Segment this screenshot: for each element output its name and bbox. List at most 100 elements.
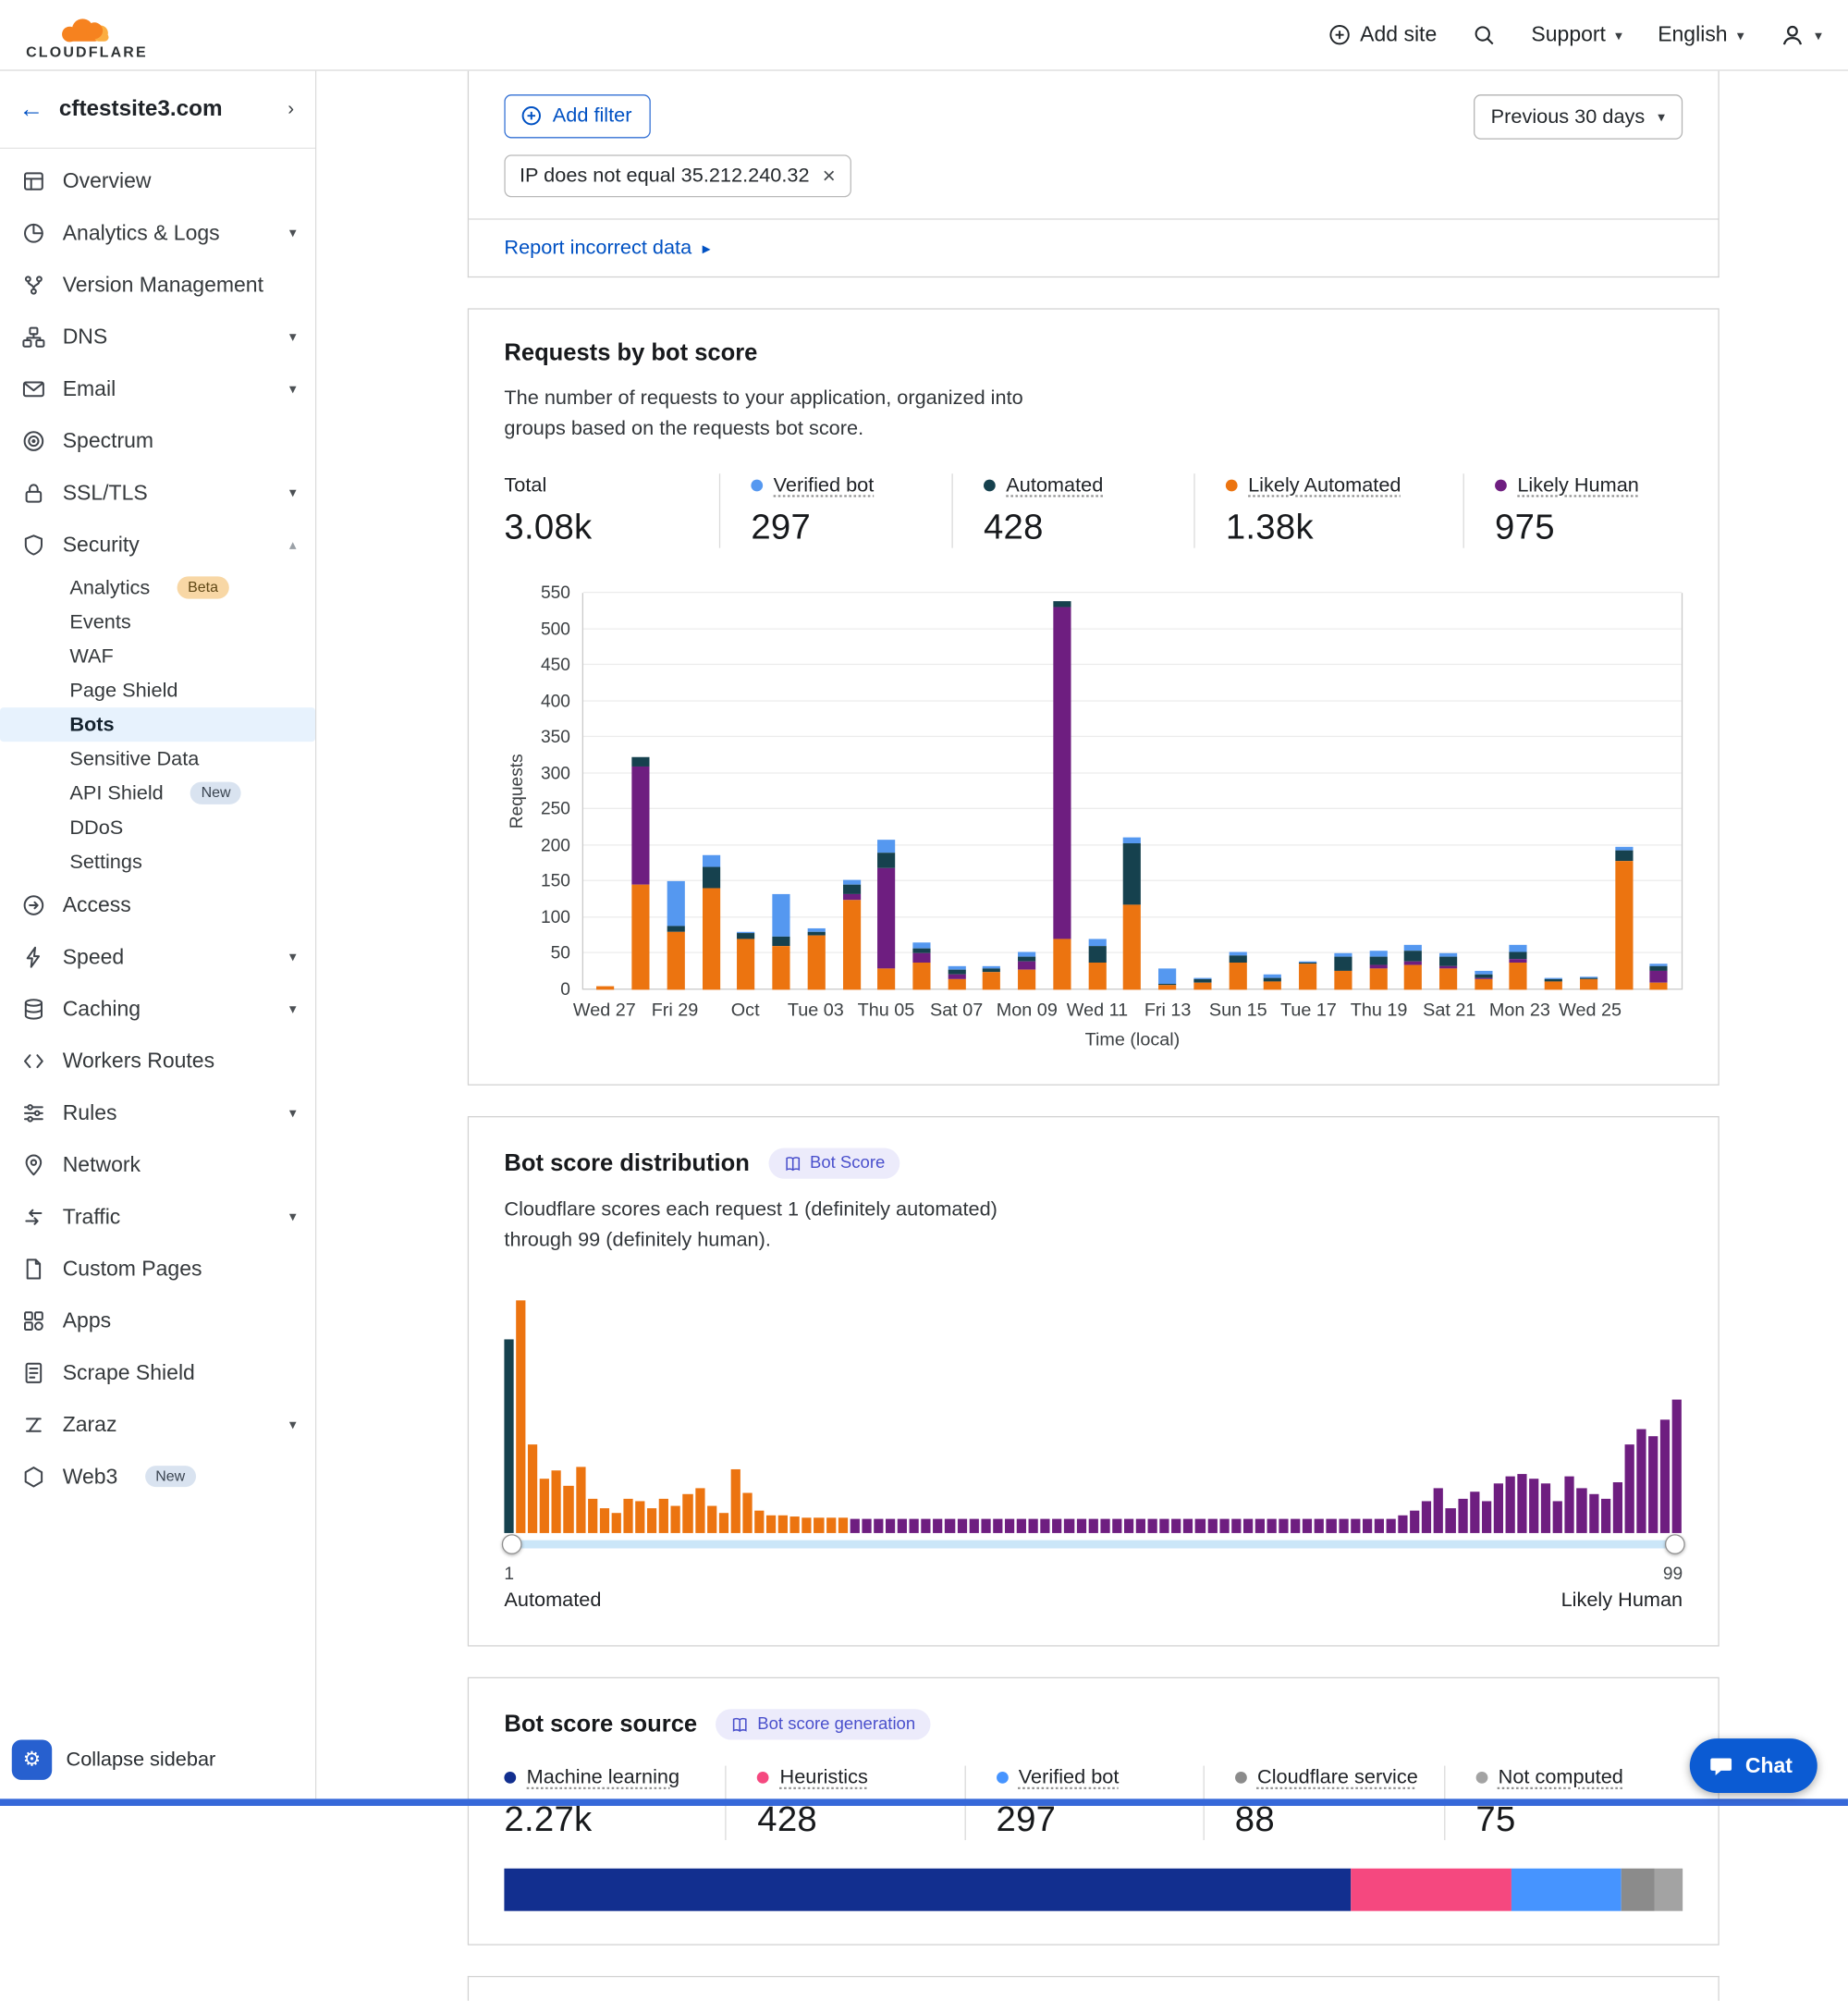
sidebar-item-version-management[interactable]: Version Management	[0, 259, 315, 311]
account-menu[interactable]: ▾	[1780, 22, 1822, 48]
distribution-bar	[1303, 1519, 1312, 1533]
distribution-bar	[718, 1513, 728, 1533]
legend-dot	[504, 1772, 516, 1784]
sidebar-item-scrape-shield[interactable]: Scrape Shield	[0, 1346, 315, 1398]
email-icon	[21, 376, 46, 401]
support-menu[interactable]: Support ▾	[1531, 22, 1622, 47]
sidebar-item-rules[interactable]: Rules▾	[0, 1086, 315, 1138]
sidebar-item-caching[interactable]: Caching▾	[0, 983, 315, 1035]
add-filter-button[interactable]: Add filter	[504, 94, 651, 138]
sidebar-item-email[interactable]: Email▾	[0, 362, 315, 414]
distribution-bar	[934, 1518, 943, 1533]
language-menu[interactable]: English ▾	[1658, 22, 1744, 47]
filter-chip-label: IP does not equal 35.212.240.32	[520, 165, 810, 189]
collapse-sidebar-button[interactable]: ⚙ Collapse sidebar	[0, 1725, 315, 1798]
slider-handle-max[interactable]	[1665, 1534, 1685, 1554]
stat-label-row: Automated	[984, 473, 1168, 497]
distribution-bar	[790, 1516, 800, 1533]
bot-score-generation-badge[interactable]: Bot score generation	[716, 1709, 931, 1739]
bar-segment-likely-automated	[1545, 981, 1562, 989]
legend-dot	[751, 480, 763, 492]
sidebar-item-security[interactable]: Security▴	[0, 519, 315, 571]
sidebar-item-apps[interactable]: Apps	[0, 1295, 315, 1346]
sidebar-item-zaraz[interactable]: Zaraz▾	[0, 1398, 315, 1450]
sidebar-item-sensitive-data[interactable]: Sensitive Data	[0, 742, 315, 776]
bar-segment-likely-automated	[1193, 983, 1211, 990]
legend-dot	[1475, 1772, 1487, 1784]
x-tick: Tue 03	[798, 1000, 833, 1025]
sidebar-item-waf[interactable]: WAF	[0, 639, 315, 673]
sidebar-item-web3[interactable]: Web3New	[0, 1451, 315, 1503]
slider-track[interactable]	[504, 1541, 1683, 1549]
plus-circle-icon	[1328, 24, 1351, 46]
stat-label: Machine learning	[527, 1766, 679, 1790]
sidebar-item-bots[interactable]: Bots	[0, 707, 315, 742]
bar-segment-likely-automated	[667, 932, 684, 989]
sidebar-item-custom-pages[interactable]: Custom Pages	[0, 1243, 315, 1295]
legend-dot	[984, 480, 996, 492]
distribution-bar	[1660, 1419, 1670, 1533]
chevron-right-icon[interactable]: ›	[288, 99, 294, 120]
stat-label: Cloudflare service	[1257, 1766, 1418, 1790]
bar-slot	[974, 966, 1010, 989]
chevron-down-icon: ▾	[1815, 27, 1822, 43]
chat-button[interactable]: Chat	[1690, 1738, 1817, 1793]
requests-bar	[596, 986, 614, 989]
sidebar-item-dns[interactable]: DNS▾	[0, 311, 315, 362]
requests-bar	[1615, 847, 1633, 989]
scrape-shield-icon	[21, 1360, 46, 1385]
stat-label-row: Heuristics	[757, 1766, 938, 1790]
requests-bar	[1229, 952, 1246, 990]
bar-slot	[1220, 952, 1255, 990]
bar-slot	[1572, 976, 1607, 989]
sidebar-item-page-shield[interactable]: Page Shield	[0, 673, 315, 707]
sidebar-item-analytics[interactable]: AnalyticsBeta	[0, 571, 315, 605]
sidebar-item-overview[interactable]: Overview	[0, 154, 315, 206]
requests-stat-total: Total3.08k	[504, 473, 718, 547]
add-site-button[interactable]: Add site	[1328, 22, 1438, 47]
time-range-select[interactable]: Previous 30 days ▾	[1474, 94, 1683, 140]
sidebar-item-api-shield[interactable]: API ShieldNew	[0, 776, 315, 810]
sidebar-item-ssl-tls[interactable]: SSL/TLS▾	[0, 467, 315, 519]
distribution-bar	[1398, 1515, 1407, 1533]
report-incorrect-data-link[interactable]: Report incorrect data ▸	[469, 218, 1718, 276]
requests-yticks: 050100150200250300350400450500550	[531, 593, 582, 989]
chevron-down-icon: ▾	[289, 328, 297, 345]
bot-score-badge[interactable]: Bot Score	[768, 1148, 900, 1179]
bar-segment-likely-automated	[948, 979, 965, 989]
cloudflare-logo[interactable]: CLOUDFLARE	[26, 14, 148, 60]
back-arrow-icon[interactable]: ←	[18, 95, 43, 124]
chevron-down-icon: ▾	[289, 1416, 297, 1432]
distribution-bar	[766, 1515, 776, 1533]
bar-segment-likely-automated	[1299, 964, 1316, 989]
distribution-bar	[742, 1493, 752, 1533]
filter-chip[interactable]: IP does not equal 35.212.240.32 ×	[504, 154, 851, 197]
sidebar-item-traffic[interactable]: Traffic▾	[0, 1191, 315, 1243]
search-button[interactable]	[1473, 23, 1497, 47]
bot-score-generation-badge-label: Bot score generation	[757, 1715, 915, 1734]
requests-stat-likely-human: Likely Human975	[1463, 473, 1665, 547]
slider-left-label: Automated	[504, 1589, 601, 1613]
access-icon	[21, 892, 46, 917]
remove-filter-icon[interactable]: ×	[823, 165, 836, 187]
sidebar-item-workers-routes[interactable]: Workers Routes	[0, 1035, 315, 1086]
y-tick-label: 300	[541, 763, 570, 783]
sidebar-item-events[interactable]: Events	[0, 605, 315, 639]
sidebar-item-access[interactable]: Access	[0, 878, 315, 930]
badge-new: New	[190, 782, 241, 804]
distribution-bar	[528, 1444, 537, 1533]
slider-handle-min[interactable]	[502, 1534, 522, 1554]
legend-dot	[1495, 480, 1507, 492]
bar-slot	[1501, 945, 1536, 989]
sidebar-item-speed[interactable]: Speed▾	[0, 931, 315, 983]
distribution-bar	[1255, 1518, 1265, 1533]
sidebar-item-analytics-logs[interactable]: Analytics & Logs▾	[0, 207, 315, 259]
sidebar-item-settings[interactable]: Settings	[0, 844, 315, 878]
distribution-bar	[886, 1518, 895, 1533]
requests-bar	[631, 757, 649, 989]
gear-icon[interactable]: ⚙	[12, 1739, 52, 1779]
sidebar-item-label: Traffic	[63, 1204, 121, 1229]
sidebar-item-spectrum[interactable]: Spectrum	[0, 414, 315, 466]
sidebar-item-ddos[interactable]: DDoS	[0, 810, 315, 844]
sidebar-item-network[interactable]: Network	[0, 1138, 315, 1190]
